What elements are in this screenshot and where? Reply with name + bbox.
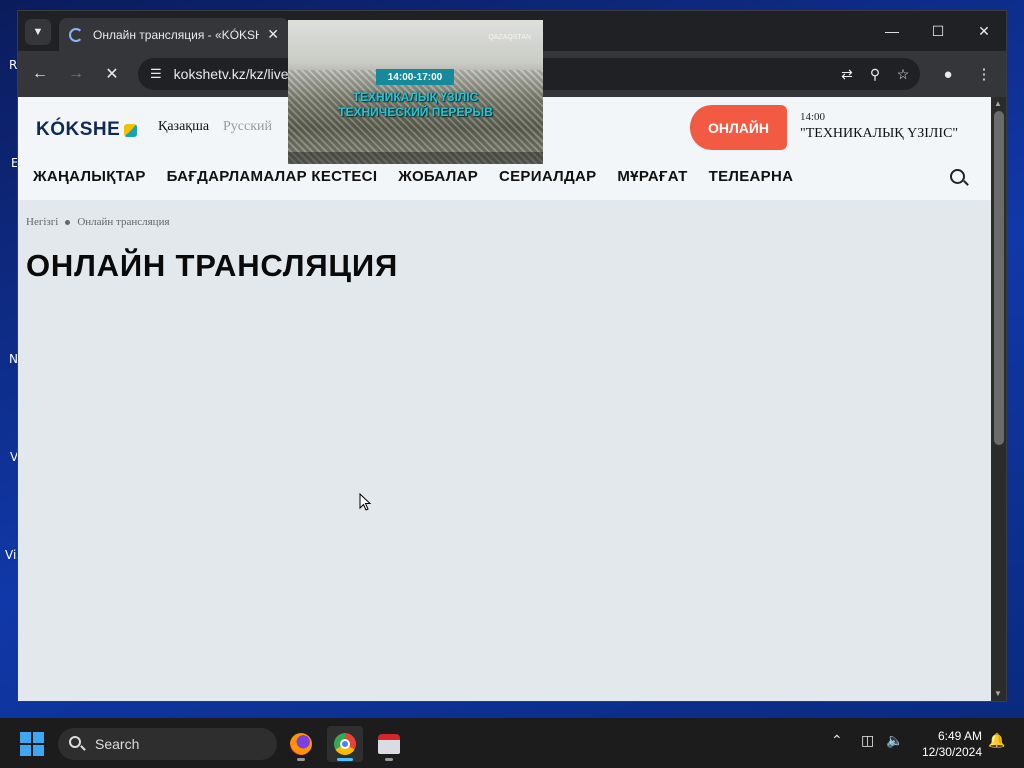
chrome-icon	[334, 733, 356, 755]
breadcrumb: Негізгі Онлайн трансляция	[26, 216, 170, 228]
taskbar-clock[interactable]: 6:49 AM 12/30/2024	[912, 728, 982, 760]
close-icon[interactable]: ✕	[267, 26, 279, 43]
nav-series[interactable]: СЕРИАЛДАР	[499, 168, 596, 185]
more-menu-icon[interactable]: ⋮	[972, 62, 996, 86]
bookmark-star-icon[interactable]: ☆	[890, 58, 916, 90]
web-page: KÓKSHE Қазақша Русский ОНЛАЙН 14:00 "ТЕХ…	[18, 97, 991, 701]
mouse-cursor-icon	[359, 493, 371, 511]
page-title: ОНЛАЙН ТРАНСЛЯЦИЯ	[26, 248, 399, 283]
nav-archive[interactable]: МҰРАҒАТ	[617, 168, 687, 185]
search-icon	[68, 735, 86, 753]
tab-title: Онлайн трансляция - «KÓKSHE	[93, 27, 260, 42]
preview-social-strip	[288, 152, 543, 164]
tray-chevron-up-icon[interactable]: ⌃	[831, 732, 843, 749]
profile-icon[interactable]: ●	[936, 62, 960, 86]
stop-loading-button[interactable]: ✕	[100, 62, 124, 86]
chevron-down-icon: ▼	[32, 26, 44, 38]
taskbar-app[interactable]	[371, 726, 407, 762]
taskbar-search-label: Search	[95, 736, 140, 752]
maximize-button[interactable]: ☐	[916, 17, 960, 45]
tab-search-button[interactable]: ▼	[25, 19, 51, 45]
site-search-icon[interactable]	[948, 167, 970, 189]
breadcrumb-home[interactable]: Негізгі	[26, 216, 58, 228]
nav-news[interactable]: ЖАҢАЛЫҚТАР	[33, 168, 146, 185]
scrollbar-thumb[interactable]	[994, 111, 1004, 445]
breadcrumb-separator	[65, 219, 71, 225]
nav-channel[interactable]: ТЕЛЕАРНА	[709, 168, 794, 185]
zoom-icon[interactable]: ⚲	[862, 58, 888, 90]
taskbar-chrome[interactable]	[327, 726, 363, 762]
volume-muted-icon[interactable]: 🔈	[886, 732, 903, 749]
translate-icon[interactable]: ⇄	[834, 58, 860, 90]
close-window-button[interactable]: ✕	[962, 17, 1006, 45]
windows-start-icon[interactable]	[20, 732, 44, 756]
scroll-up-arrow-icon[interactable]: ▲	[994, 99, 1002, 108]
clock-time: 6:49 AM	[937, 729, 982, 743]
preview-channel-label: QAZAQSTAN	[488, 34, 531, 41]
firefox-icon	[290, 733, 312, 755]
site-logo[interactable]: KÓKSHE	[36, 119, 138, 141]
taskbar-firefox[interactable]	[283, 726, 319, 762]
forward-button[interactable]: →	[64, 62, 88, 86]
logo-text: KÓKSHE	[36, 119, 121, 140]
now-playing-time: 14:00	[800, 111, 826, 123]
nav-schedule[interactable]: БАҒДАРЛАМАЛАР КЕСТЕСІ	[167, 168, 378, 185]
now-playing-title: "ТЕХНИКАЛЫҚ ҮЗІЛІС"	[800, 126, 959, 141]
taskbar-search[interactable]: Search	[58, 728, 277, 760]
breadcrumb-current: Онлайн трансляция	[77, 216, 170, 228]
clock-date: 12/30/2024	[921, 745, 982, 759]
main-nav: ЖАҢАЛЫҚТАР БАҒДАРЛАМАЛАР КЕСТЕСІ ЖОБАЛАР…	[33, 168, 814, 185]
back-button[interactable]: ←	[28, 62, 52, 86]
taskbar: Search ⌃ ◫ 🔈 6:49 AM 12/30/2024 🔔	[0, 718, 1024, 768]
lang-kazakh[interactable]: Қазақша	[158, 119, 209, 135]
tab-active[interactable]: Онлайн трансляция - «KÓKSHE ✕	[59, 18, 289, 51]
minimize-button[interactable]: —	[870, 17, 914, 45]
online-button[interactable]: ОНЛАЙН	[690, 105, 787, 150]
preview-time-badge: 14:00-17:00	[376, 69, 454, 85]
url-text[interactable]: kokshetv.kz/kz/live	[174, 66, 289, 82]
app-icon	[378, 734, 400, 754]
loading-spinner-icon	[69, 27, 83, 42]
site-settings-icon[interactable]: ☰	[150, 66, 162, 82]
notification-bell-icon[interactable]: 🔔	[988, 732, 1005, 749]
page-scrollbar[interactable]: ▲ ▼	[991, 97, 1006, 701]
preview-caption-kz: ТЕХНИКАЛЫҚ ҮЗІЛІС	[352, 90, 479, 104]
preview-caption-ru: ТЕХНИЧЕСКИЙ ПЕРЕРЫВ	[338, 105, 493, 119]
nav-projects[interactable]: ЖОБАЛАР	[398, 168, 478, 185]
network-icon[interactable]: ◫	[861, 732, 874, 749]
scroll-down-arrow-icon[interactable]: ▼	[994, 689, 1002, 698]
logo-mark-icon	[124, 123, 138, 137]
lang-russian[interactable]: Русский	[223, 119, 272, 135]
video-preview-popup[interactable]: QAZAQSTAN 14:00-17:00 ТЕХНИКАЛЫҚ ҮЗІЛІС …	[288, 20, 543, 164]
